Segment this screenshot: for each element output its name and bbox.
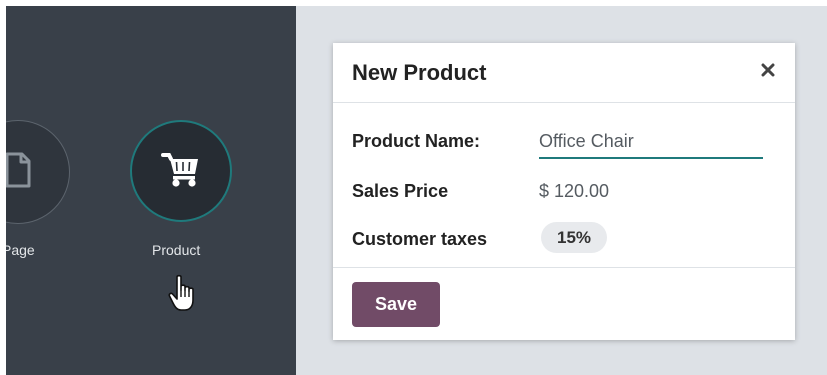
app-product-label[interactable]: Product [152,242,200,258]
app-page-label[interactable]: Page [6,242,35,258]
apps-panel: Page Product [6,6,296,375]
customer-taxes-label: Customer taxes [352,229,488,249]
close-button[interactable] [757,61,779,83]
new-product-dialog: New Product Product Name: Sales Price $ … [333,43,795,340]
hand-cursor-icon [168,274,200,319]
cart-icon [161,150,201,193]
page-icon [6,151,33,194]
tax-badge[interactable]: 15% [541,222,607,253]
product-name-label: Product Name: [352,131,481,151]
product-name-input[interactable] [539,125,763,159]
screen: Page Product New Product Product Name: O… [6,6,827,375]
dialog-title: New Product [352,60,487,85]
app-product-tile[interactable] [130,120,232,222]
sales-price-value[interactable]: $ 120.00 [539,181,609,202]
close-icon [761,63,775,82]
dialog-footer: Save [333,267,795,340]
app-page-tile[interactable] [6,120,70,224]
sales-price-label: Sales Price [352,181,449,201]
dialog-header: New Product [333,43,795,103]
save-button[interactable]: Save [352,282,440,327]
